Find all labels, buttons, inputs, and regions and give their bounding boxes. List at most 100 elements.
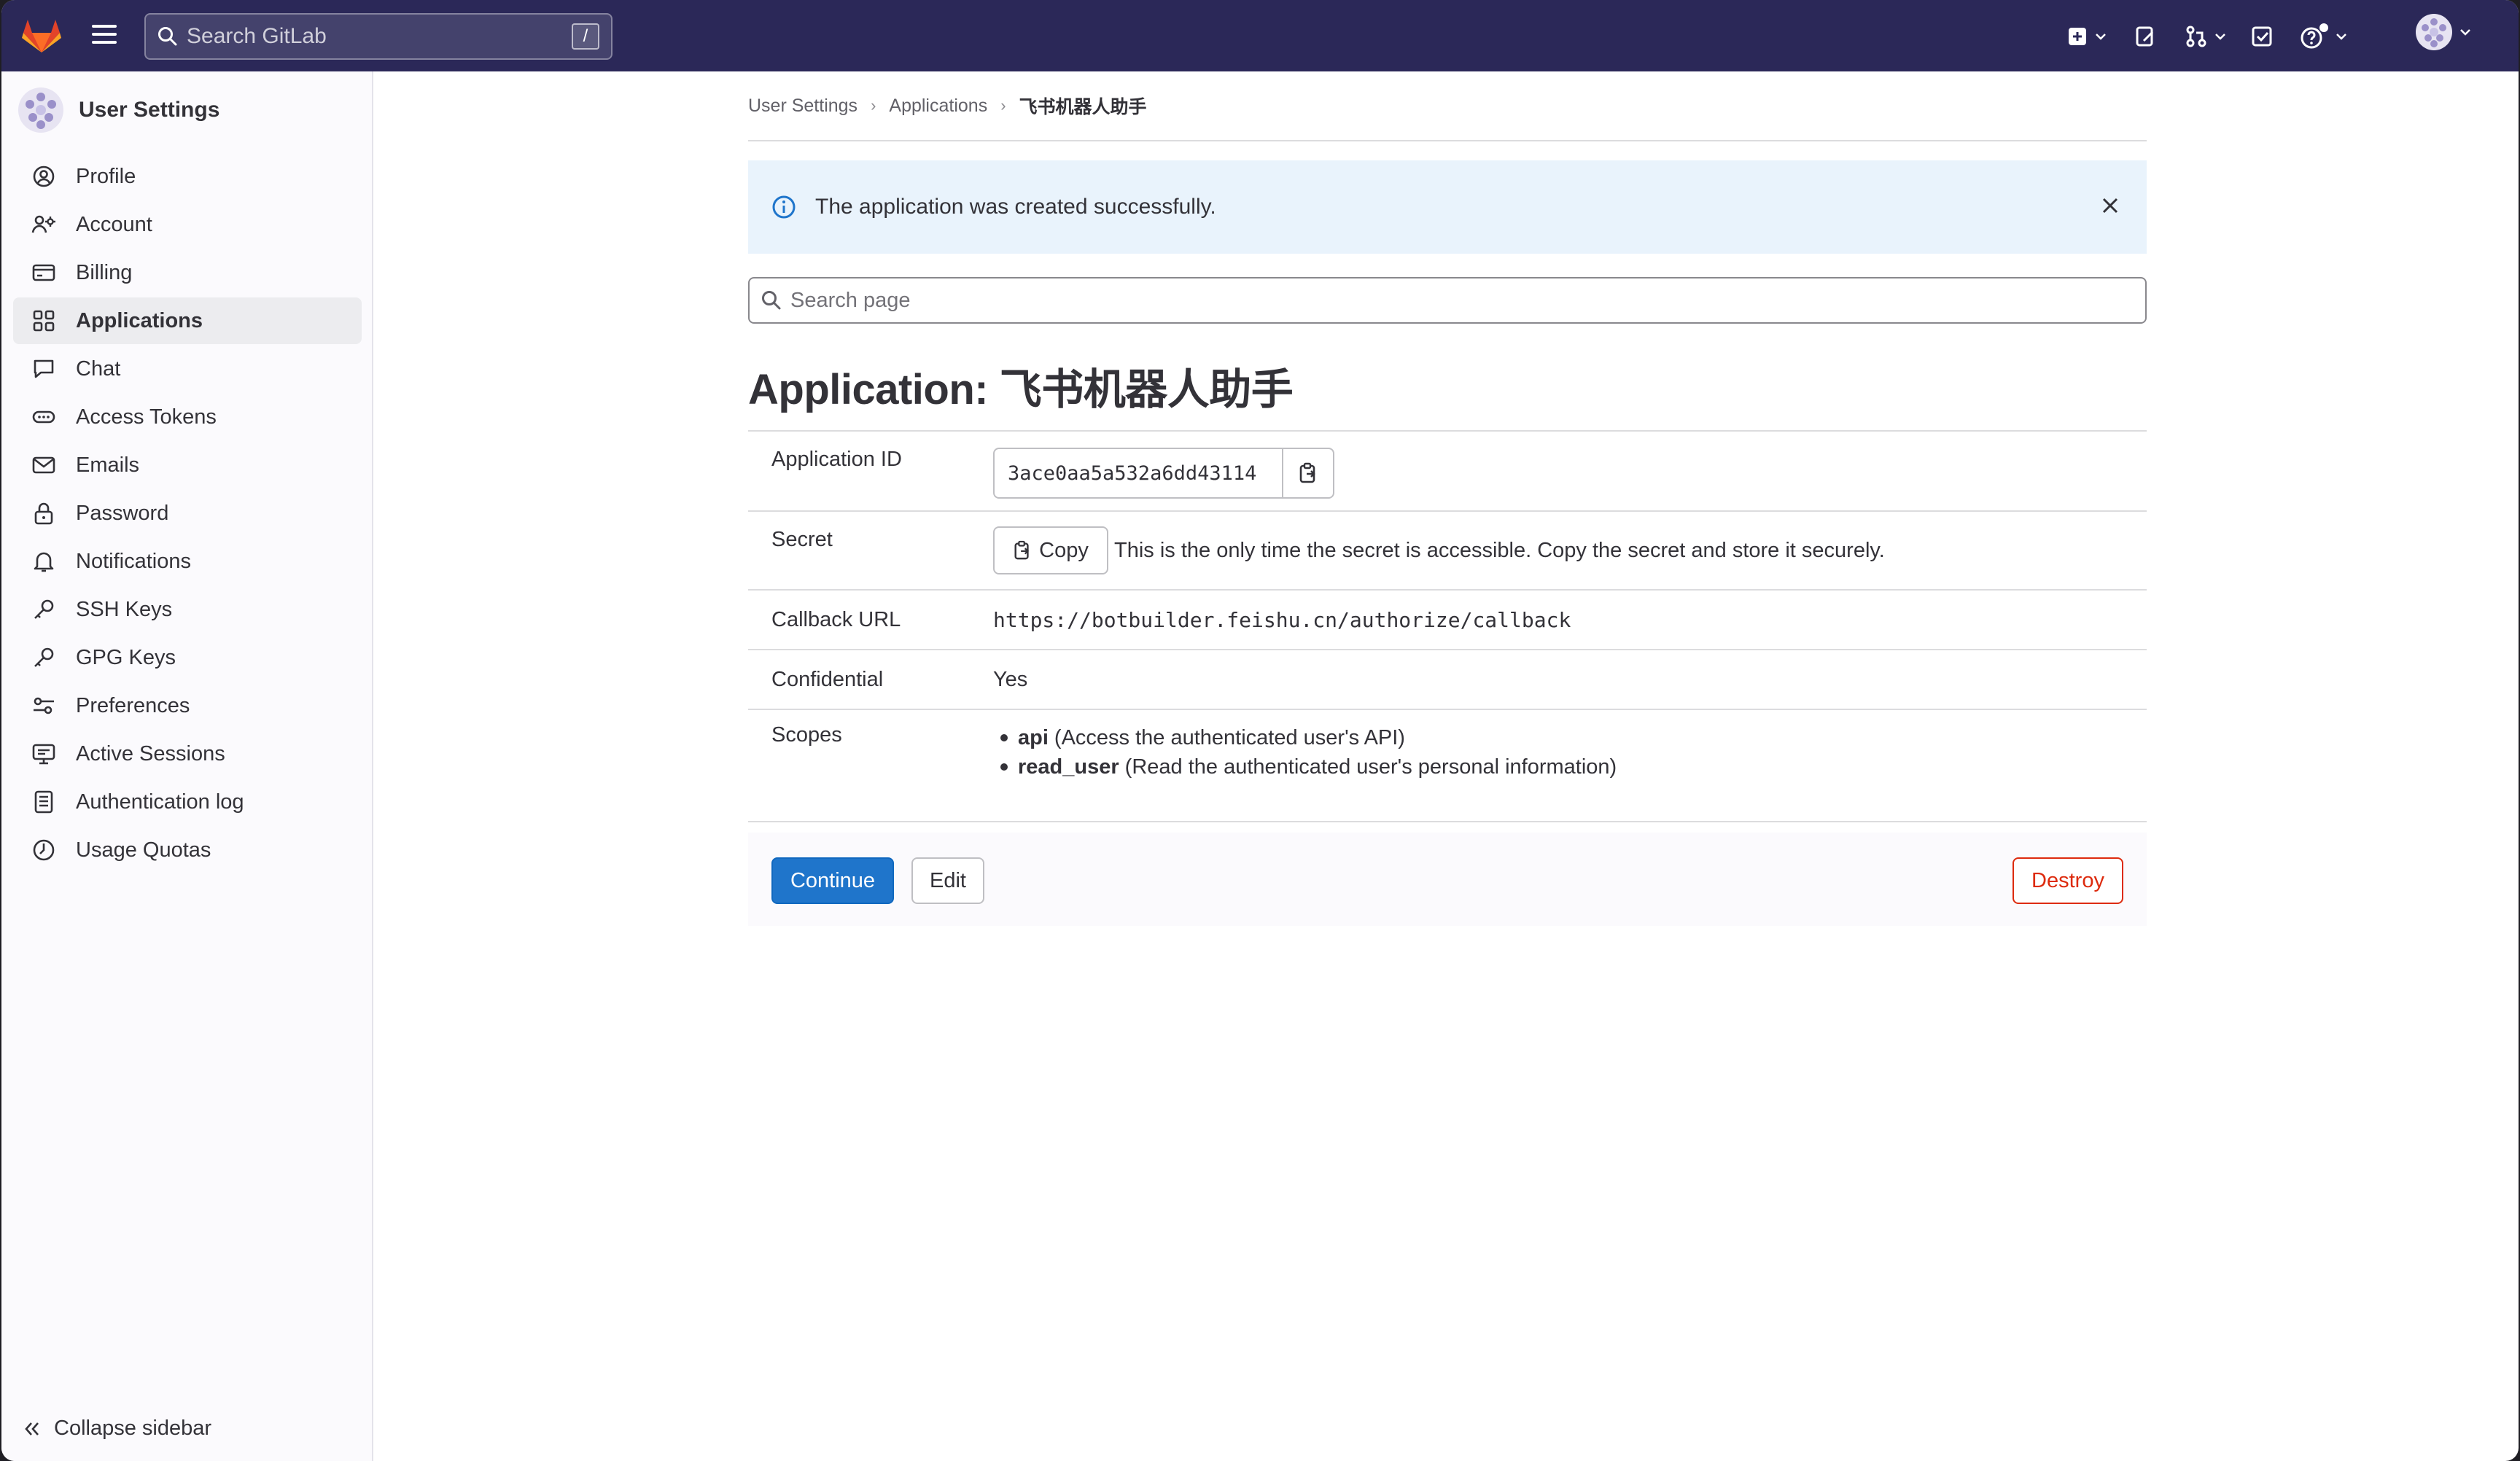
form-actions: Continue Edit Destroy	[748, 833, 2147, 926]
issues-icon	[2136, 26, 2154, 47]
billing-icon	[32, 264, 55, 281]
sidebar-item-profile[interactable]: Profile	[13, 153, 362, 200]
row-application-id: Application ID 3ace0aa5a532a6dd43114	[748, 432, 2147, 512]
sidebar-item-label: Chat	[76, 357, 121, 381]
issues-button[interactable]	[2134, 22, 2157, 51]
todos-button[interactable]	[2250, 22, 2274, 51]
chevron-down-icon	[2096, 34, 2106, 40]
sidebar-item-label: Password	[76, 501, 169, 525]
lock-icon	[34, 502, 53, 525]
sidebar-item-label: SSH Keys	[76, 597, 173, 621]
copy-id-button[interactable]	[1282, 448, 1334, 499]
sidebar-item-usage-quotas[interactable]: Usage Quotas	[13, 827, 362, 873]
sidebar-item-label: Emails	[76, 453, 140, 477]
sidebar-item-preferences[interactable]: Preferences	[13, 682, 362, 729]
hamburger-icon	[92, 25, 117, 28]
key-icon	[34, 599, 54, 619]
sidebar-item-applications[interactable]: Applications	[13, 297, 362, 344]
create-new-button[interactable]	[2066, 22, 2107, 51]
application-details: Application ID 3ace0aa5a532a6dd43114 Sec…	[748, 430, 2147, 822]
page-search[interactable]	[748, 277, 2147, 324]
sidebar-item-label: Usage Quotas	[76, 838, 211, 862]
chevron-down-icon	[2460, 29, 2470, 36]
application-id-label: Application ID	[771, 448, 902, 471]
sidebar-title: User Settings	[79, 98, 220, 122]
chat-icon	[34, 359, 54, 378]
plus-square-icon	[2069, 28, 2086, 45]
sidebar-item-label: Notifications	[76, 549, 191, 573]
merge-request-icon	[2186, 26, 2206, 47]
sidebar-item-access-tokens[interactable]: Access Tokens	[13, 394, 362, 440]
search-icon	[762, 291, 781, 310]
sidebar-item-billing[interactable]: Billing	[13, 249, 362, 296]
clipboard-icon	[1299, 462, 1315, 483]
main-content: User Settings › Applications › 飞书机器人助手 T…	[748, 71, 2147, 926]
page-title: Application: 飞书机器人助手	[748, 366, 1294, 413]
copy-secret-button[interactable]: Copy	[993, 526, 1108, 574]
sidebar-item-chat[interactable]: Chat	[13, 346, 362, 392]
double-chevron-left-icon	[25, 1422, 39, 1435]
quota-icon	[33, 839, 55, 861]
scopes-label: Scopes	[771, 723, 842, 747]
info-icon	[772, 195, 796, 219]
mail-icon	[32, 456, 55, 474]
sidebar-item-authentication-log[interactable]: Authentication log	[13, 779, 362, 825]
row-confidential: Confidential Yes	[748, 650, 2147, 710]
breadcrumb: User Settings › Applications › 飞书机器人助手	[748, 71, 2147, 141]
search-icon	[158, 27, 177, 46]
sidebar-item-label: Access Tokens	[76, 405, 217, 429]
application-id-box: 3ace0aa5a532a6dd43114	[993, 448, 2147, 499]
sidebar-item-label: Active Sessions	[76, 741, 225, 765]
breadcrumb-separator-icon: ›	[1000, 96, 1006, 114]
help-button[interactable]	[2300, 22, 2348, 51]
application-id-value[interactable]: 3ace0aa5a532a6dd43114	[993, 448, 1282, 499]
destroy-button[interactable]: Destroy	[2012, 857, 2123, 904]
continue-button[interactable]: Continue	[771, 857, 894, 904]
sidebar-item-gpg-keys[interactable]: GPG Keys	[13, 634, 362, 681]
global-search[interactable]: /	[144, 13, 612, 60]
row-callback-url: Callback URL https://botbuilder.feishu.c…	[748, 591, 2147, 650]
collapse-sidebar-label: Collapse sidebar	[54, 1417, 212, 1440]
page-search-input[interactable]	[790, 288, 2145, 313]
merge-requests-button[interactable]	[2185, 22, 2227, 51]
sidebar-item-password[interactable]: Password	[13, 490, 362, 537]
scope-item: read_user (Read the authenticated user's …	[993, 752, 2147, 782]
breadcrumb-applications[interactable]: Applications	[889, 96, 987, 117]
app-window: /	[1, 0, 2519, 1461]
sidebar-item-label: Authentication log	[76, 790, 244, 814]
monitor-icon	[32, 744, 55, 765]
gitlab-logo-icon[interactable]	[22, 17, 61, 54]
scope-name: api	[1018, 725, 1049, 749]
preferences-icon	[34, 697, 54, 714]
edit-button[interactable]: Edit	[911, 857, 984, 904]
breadcrumb-separator-icon: ›	[871, 96, 876, 114]
global-search-input[interactable]	[187, 24, 572, 49]
user-menu-button[interactable]	[2415, 14, 2472, 50]
secret-label: Secret	[771, 528, 833, 551]
alert-message: The application was created successfully…	[815, 195, 1216, 219]
sidebar-header[interactable]: User Settings	[18, 86, 219, 134]
main-menu-button[interactable]	[92, 25, 117, 47]
success-alert: The application was created successfully…	[748, 160, 2147, 254]
callback-url-value: https://botbuilder.feishu.cn/authorize/c…	[993, 607, 1571, 632]
breadcrumb-user-settings[interactable]: User Settings	[748, 96, 858, 117]
key-icon	[34, 647, 54, 667]
close-icon[interactable]	[2099, 194, 2122, 217]
sidebar-item-ssh-keys[interactable]: SSH Keys	[13, 586, 362, 633]
sidebar-item-label: Applications	[76, 308, 203, 332]
applications-icon	[33, 310, 55, 332]
sidebar-item-emails[interactable]: Emails	[13, 442, 362, 488]
scopes-list: api (Access the authenticated user's API)…	[993, 723, 2147, 782]
sidebar-item-notifications[interactable]: Notifications	[13, 538, 362, 585]
token-icon	[32, 410, 55, 424]
scope-description: (Read the authenticated user's personal …	[1124, 755, 1617, 779]
sidebar-item-label: GPG Keys	[76, 645, 176, 669]
settings-sidebar: User Settings Profile Account Billing Ap…	[1, 71, 373, 1461]
sidebar-item-account[interactable]: Account	[13, 201, 362, 248]
top-navbar: /	[1, 0, 2519, 71]
help-icon	[2301, 23, 2328, 49]
sidebar-item-label: Profile	[76, 164, 136, 188]
collapse-sidebar-button[interactable]: Collapse sidebar	[23, 1417, 211, 1441]
sidebar-item-active-sessions[interactable]: Active Sessions	[13, 730, 362, 777]
breadcrumb-current-app[interactable]: 飞书机器人助手	[1019, 93, 1147, 119]
